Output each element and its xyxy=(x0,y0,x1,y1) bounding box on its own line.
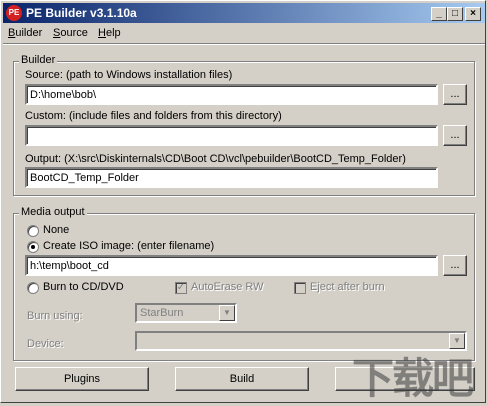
menu-source[interactable]: Source xyxy=(53,27,88,39)
close-button[interactable]: × xyxy=(465,7,481,21)
plugins-button[interactable]: Plugins xyxy=(15,367,149,391)
app-icon: PE xyxy=(6,5,22,21)
output-input[interactable]: BootCD_Temp_Folder xyxy=(25,167,438,188)
watermark-logo: 下载吧 xyxy=(352,354,474,403)
window-title: PE Builder v3.1.10a xyxy=(26,6,137,20)
build-button[interactable]: Build xyxy=(175,367,309,391)
autoerase-checkbox[interactable]: ✓ xyxy=(175,282,187,294)
custom-browse-button[interactable]: ... xyxy=(443,125,467,146)
chevron-down-icon[interactable]: ▼ xyxy=(219,305,235,321)
custom-input[interactable] xyxy=(25,125,438,146)
iso-radio[interactable] xyxy=(27,241,39,253)
burn-using-label: Burn using: xyxy=(27,310,83,322)
menu-help[interactable]: Help xyxy=(98,27,121,39)
burn-radio[interactable] xyxy=(27,282,39,294)
eject-label: Eject after burn xyxy=(310,281,385,293)
source-browse-button[interactable]: ... xyxy=(443,84,467,105)
builder-group-label: Builder xyxy=(19,54,58,66)
device-label: Device: xyxy=(27,338,64,350)
autoerase-label: AutoErase RW xyxy=(191,281,264,293)
maximize-button[interactable]: □ xyxy=(447,7,463,21)
iso-label: Create ISO image: (enter filename) xyxy=(43,240,215,252)
eject-checkbox[interactable] xyxy=(294,282,306,294)
custom-label: Custom: (include files and folders from … xyxy=(25,110,282,122)
burn-using-select[interactable]: StarBurn ▼ xyxy=(135,303,237,323)
minimize-button[interactable]: _ xyxy=(431,7,447,21)
title-bar[interactable]: PE PE Builder v3.1.10a _ □ × xyxy=(3,3,485,23)
iso-browse-button[interactable]: ... xyxy=(443,255,467,276)
none-label: None xyxy=(43,224,70,236)
menu-builder[interactable]: Builder xyxy=(8,27,42,39)
media-output-group-label: Media output xyxy=(19,206,87,218)
source-label: Source: (path to Windows installation fi… xyxy=(25,69,233,81)
burn-using-value: StarBurn xyxy=(140,307,184,319)
source-input[interactable]: D:\home\bob\ xyxy=(25,84,438,105)
burn-label: Burn to CD/DVD xyxy=(43,281,124,293)
menu-bar: Builder Source Help xyxy=(3,24,485,43)
output-label: Output: (X:\src\Diskinternals\CD\Boot CD… xyxy=(25,153,406,165)
none-radio[interactable] xyxy=(27,225,39,237)
main-window: PE PE Builder v3.1.10a _ □ × Builder Sou… xyxy=(0,0,486,403)
menu-separator xyxy=(3,43,485,45)
iso-filename-input[interactable]: h:\temp\boot_cd xyxy=(25,255,438,276)
